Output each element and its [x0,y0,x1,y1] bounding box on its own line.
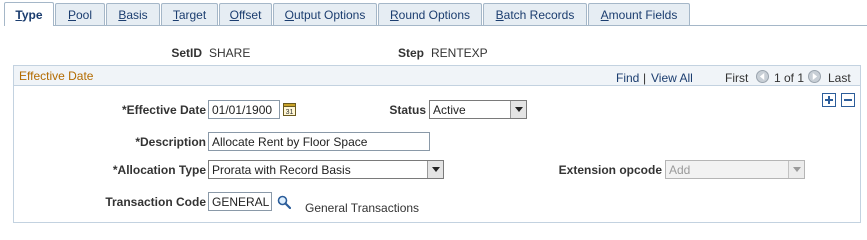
add-row-button[interactable] [822,93,836,107]
tab-round-options-label-key: R [389,7,399,22]
tab-offset[interactable]: Offset [219,3,272,25]
tab-pool-label-key: P [67,7,76,22]
chevron-down-icon [788,161,804,178]
tab-amount-fields-label: mount Fields [608,7,678,22]
minus-icon [844,99,852,101]
row-range: 1 of 1 [774,71,805,85]
plus-icon [825,96,833,104]
svg-text:31: 31 [285,109,293,116]
transaction-code-label: Transaction Code [105,195,206,209]
tab-batch-records-label: atch Records [503,7,575,22]
nav-separator: | [643,71,647,85]
tab-type[interactable]: Type [4,2,54,26]
chevron-down-icon [510,101,526,118]
tab-batch-records-label-key: B [495,7,504,22]
transaction-code-description: General Transactions [305,201,420,215]
previous-row-button[interactable] [756,70,769,83]
chevron-right-icon [812,73,818,80]
allocation-type-select[interactable]: Prorata with Record Basis [208,160,444,179]
tab-round-options-label: ound Options [398,7,471,22]
tab-pool-label: ool [76,7,93,22]
search-icon[interactable] [276,194,291,209]
calendar-icon[interactable]: 31 [282,102,296,116]
setid-value: SHARE [209,46,251,60]
first-label: First [725,71,749,85]
tab-basis-label: asis [126,7,148,22]
status-select-value: Active [433,102,466,117]
tab-output-options-label: utput Options [293,7,366,22]
tab-output-options-label-key: O [284,7,294,22]
setid-label: SetID [171,46,202,60]
step-value: RENTEXP [431,46,488,60]
extension-opcode-label: Extension opcode [558,163,662,177]
effective-date-label: *Effective Date [121,103,206,117]
allocation-type-label: *Allocation Type [112,163,206,177]
extension-opcode-select-value: Add [669,162,691,177]
allocation-type-select-value: Prorata with Record Basis [212,162,351,177]
step-label: Step [397,46,424,60]
tab-amount-fields-label-key: A [600,7,609,22]
tab-offset-label: ffset [238,7,262,22]
tab-type-label: ype [21,7,43,22]
group-title: Effective Date [19,69,94,83]
view-all-link[interactable]: View All [651,71,693,85]
tab-bar-underline [4,25,867,26]
status-label: Status [389,103,426,117]
tab-round-options[interactable]: Round Options [378,3,482,25]
description-input[interactable]: Allocate Rent by Floor Space [208,132,430,151]
next-row-button[interactable] [808,70,821,83]
effective-date-group: Effective Date Find | View All First 1 o… [13,65,861,223]
status-select[interactable]: Active [429,100,527,119]
chevron-down-icon [427,161,443,178]
tab-pool[interactable]: Pool [55,3,105,25]
tab-offset-label-key: O [229,7,239,22]
tab-target[interactable]: Target [161,3,218,25]
transaction-code-input[interactable]: GENERAL [208,192,272,211]
tab-target-label: arget [178,7,207,22]
description-label: *Description [135,135,206,149]
tab-batch-records[interactable]: Batch Records [483,3,587,25]
delete-row-button[interactable] [841,93,855,107]
tab-bar: Type Pool Basis Target Offset Output Opt… [4,2,867,26]
tab-amount-fields[interactable]: Amount Fields [588,3,690,25]
tab-output-options[interactable]: Output Options [273,3,377,25]
effective-date-input[interactable]: 01/01/1900 [208,100,280,119]
tab-basis[interactable]: Basis [106,3,160,25]
extension-opcode-select: Add [665,160,805,179]
last-label: Last [828,71,851,85]
chevron-left-icon [759,73,765,80]
find-link[interactable]: Find [616,71,639,85]
effective-date-group-header: Effective Date Find | View All First 1 o… [14,66,860,86]
